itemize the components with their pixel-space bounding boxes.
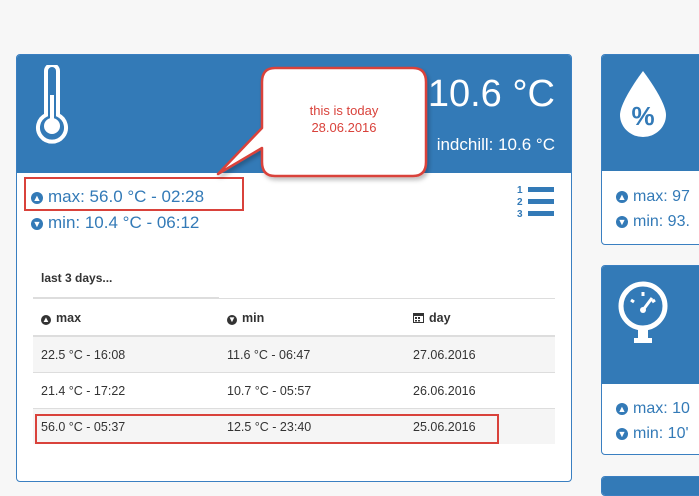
windchill-value: indchill: 10.6 °C: [436, 135, 555, 154]
svg-text:%: %: [631, 101, 654, 131]
speech-bubble-text: this is today 28.06.2016: [262, 102, 426, 136]
table-row: 21.4 °C - 17:22 10.7 °C - 05:57 26.06.20…: [33, 372, 555, 409]
third-panel: [601, 476, 699, 496]
column-day: day: [405, 298, 555, 337]
svg-text:3: 3: [517, 209, 523, 220]
humidity-panel: % ▲ max: 97 ▼ min: 93.: [601, 54, 699, 245]
pressure-panel-header: [602, 266, 699, 384]
today-min-label: min: 10.4 °C - 06:12: [48, 213, 200, 232]
thermometer-icon: [36, 65, 68, 144]
calendar-icon: [413, 313, 424, 323]
row-max: 22.5 °C - 16:08: [33, 335, 219, 373]
humidity-panel-header: %: [602, 55, 699, 171]
column-min: ▼ min: [219, 298, 405, 337]
speech-bubble-line2: 28.06.2016: [311, 120, 377, 135]
third-panel-header: [602, 477, 699, 495]
humidity-max: ▲ max: 97: [616, 188, 690, 206]
table-row: 22.5 °C - 16:08 11.6 °C - 06:47 27.06.20…: [33, 335, 555, 373]
highlight-row-25-06: [35, 414, 499, 444]
humidity-max-label: max: 97: [633, 188, 690, 205]
row-min: 10.7 °C - 05:57: [219, 372, 405, 409]
arrow-down-circle-icon: ▼: [616, 216, 628, 228]
humidity-icon: %: [620, 71, 666, 137]
pressure-max: ▲ max: 10: [616, 400, 690, 418]
row-day: 27.06.2016: [405, 335, 555, 373]
pressure-max-label: max: 10: [633, 400, 690, 417]
arrow-up-circle-icon: ▲: [616, 191, 628, 203]
svg-text:1: 1: [517, 185, 523, 196]
svg-text:2: 2: [517, 197, 523, 208]
pressure-min-label: min: 10': [633, 425, 689, 442]
arrow-down-circle-icon: ▼: [31, 218, 43, 230]
column-max: ▲ max: [33, 298, 219, 337]
row-max: 21.4 °C - 17:22: [33, 372, 219, 409]
humidity-min: ▼ min: 93.: [616, 213, 690, 231]
today-min: ▼ min: 10.4 °C - 06:12: [31, 213, 199, 233]
arrow-up-circle-icon: ▲: [616, 403, 628, 415]
speech-bubble-line1: this is today: [309, 103, 379, 118]
humidity-min-label: min: 93.: [633, 213, 690, 230]
current-temperature: 10.6 °C: [427, 73, 555, 115]
numbered-list-icon[interactable]: 1 2 3: [517, 183, 555, 221]
row-min: 11.6 °C - 06:47: [219, 335, 405, 373]
arrow-up-circle-icon: ▲: [41, 315, 51, 325]
pressure-min: ▼ min: 10': [616, 425, 689, 443]
arrow-down-circle-icon: ▼: [227, 315, 237, 325]
pressure-gauge-icon: [618, 281, 668, 343]
highlight-today-max: [24, 177, 244, 211]
pressure-panel: ▲ max: 10 ▼ min: 10': [601, 265, 699, 455]
table-header-row: ▲ max ▼ min day: [33, 298, 555, 337]
last-days-title: last 3 days...: [41, 271, 113, 285]
row-day: 26.06.2016: [405, 372, 555, 409]
arrow-down-circle-icon: ▼: [616, 428, 628, 440]
